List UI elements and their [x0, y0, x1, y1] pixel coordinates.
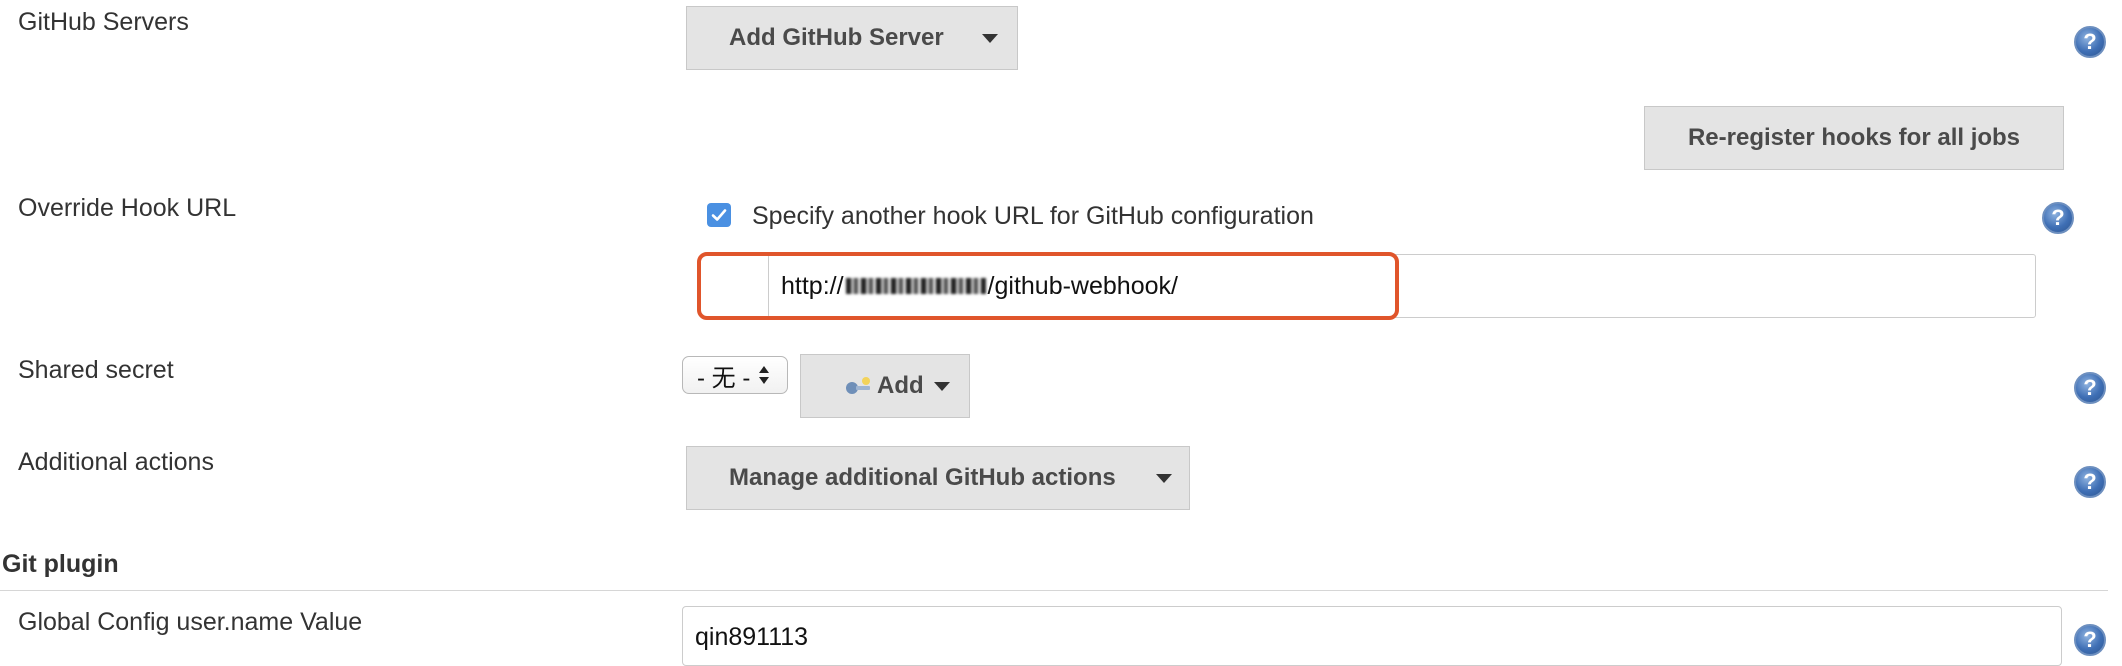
- additional-actions-label: Additional actions: [18, 448, 214, 476]
- reregister-hooks-button[interactable]: Re-register hooks for all jobs: [1644, 106, 2064, 170]
- key-icon: [846, 377, 870, 394]
- help-icon[interactable]: ?: [2074, 624, 2106, 656]
- shared-secret-label: Shared secret: [18, 356, 174, 384]
- help-icon[interactable]: ?: [2074, 26, 2106, 58]
- git-user-name-label: Global Config user.name Value: [18, 608, 363, 636]
- github-servers-label: GitHub Servers: [18, 8, 189, 36]
- git-plugin-section-title: Git plugin: [2, 550, 119, 578]
- help-icon[interactable]: ?: [2074, 466, 2106, 498]
- git-user-name-value: qin891113: [695, 623, 809, 651]
- specify-hook-url-label: Specify another hook URL for GitHub conf…: [752, 202, 1314, 230]
- checkbox-checked-icon: [711, 209, 727, 221]
- add-github-server-label: Add GitHub Server: [729, 24, 944, 51]
- caret-down-icon: [981, 33, 998, 43]
- shared-secret-select[interactable]: - 无 -: [682, 356, 788, 394]
- caret-down-icon: [1155, 473, 1172, 483]
- git-user-name-input[interactable]: qin891113: [682, 606, 2062, 666]
- reregister-hooks-label: Re-register hooks for all jobs: [1687, 124, 2021, 151]
- help-icon[interactable]: ?: [2042, 202, 2074, 234]
- shared-secret-select-value: - 无 -: [697, 364, 751, 392]
- manage-github-actions-button[interactable]: Manage additional GitHub actions: [686, 446, 1190, 510]
- add-credentials-button[interactable]: Add: [800, 354, 970, 418]
- highlight-box: [697, 252, 1399, 320]
- add-credentials-label: Add: [877, 372, 924, 399]
- help-icon[interactable]: ?: [2074, 372, 2106, 404]
- section-divider: [0, 590, 2108, 591]
- add-github-server-button[interactable]: Add GitHub Server: [686, 6, 1018, 70]
- specify-hook-url-checkbox[interactable]: [707, 203, 731, 227]
- select-arrows-icon: [759, 366, 770, 384]
- manage-github-actions-label: Manage additional GitHub actions: [729, 464, 1116, 491]
- override-hook-url-label: Override Hook URL: [18, 194, 237, 222]
- caret-down-icon: [933, 381, 950, 391]
